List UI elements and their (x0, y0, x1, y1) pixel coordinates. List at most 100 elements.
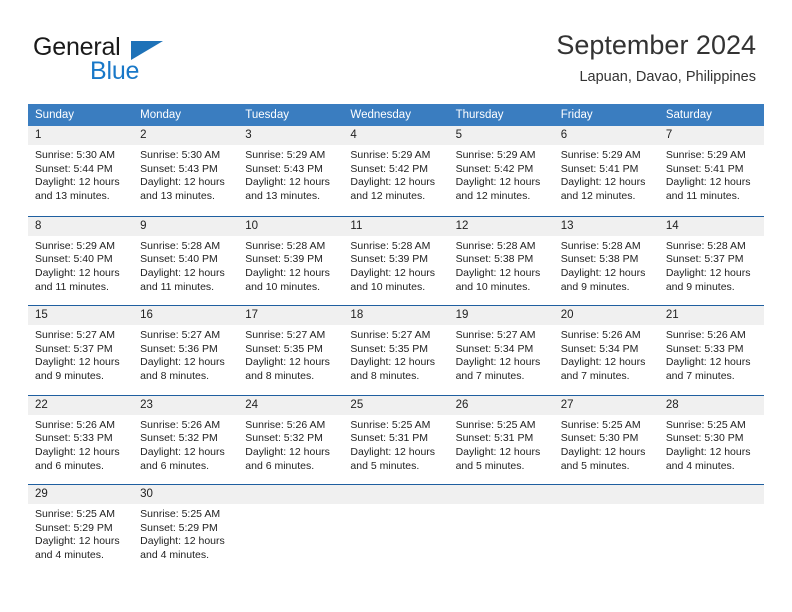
sunset-text: Sunset: 5:33 PM (35, 432, 113, 445)
day-cell[interactable]: 4 Sunrise: 5:29 AM Sunset: 5:42 PM Daylight… (343, 126, 449, 216)
day-cell[interactable]: 3 Sunrise: 5:29 AM Sunset: 5:43 PM Daylight… (238, 126, 344, 216)
day-cell[interactable]: 9 Sunrise: 5:28 AM Sunset: 5:40 PM Daylight… (133, 216, 239, 305)
brand-name-blue: Blue (90, 57, 140, 85)
sunrise-text: Sunrise: 5:30 AM (140, 149, 221, 161)
daylight-text-line1: Daylight: 12 hours (455, 176, 541, 189)
day-cell[interactable]: 20 Sunrise: 5:26 AM Sunset: 5:34 PM Dayligh… (553, 306, 659, 395)
day-number: 17 (238, 306, 344, 325)
day-number (238, 485, 344, 504)
day-cell[interactable]: 1 Sunrise: 5:30 AM Sunset: 5:44 PM Daylight… (28, 126, 134, 216)
day-details: Sunrise: 5:25 AM Sunset: 5:29 PM Daylight:… (28, 504, 133, 563)
day-cell[interactable]: 27 Sunrise: 5:25 AM Sunset: 5:30 PM Dayligh… (553, 395, 659, 484)
daylight-text-line1: Daylight: 12 hours (350, 356, 436, 369)
daylight-text-line2: and 11 minutes. (35, 280, 109, 293)
sunrise-text: Sunrise: 5:27 AM (455, 329, 536, 341)
day-cell[interactable]: 29 Sunrise: 5:25 AM Sunset: 5:29 PM Dayligh… (28, 485, 134, 574)
day-cell[interactable]: 22 Sunrise: 5:26 AM Sunset: 5:33 PM Dayligh… (28, 395, 134, 484)
day-details: Sunrise: 5:30 AM Sunset: 5:44 PM Daylight:… (28, 145, 133, 204)
calendar-week-row: 8 Sunrise: 5:29 AM Sunset: 5:40 PM Daylight… (28, 215, 764, 305)
brand-logo[interactable]: General Blue (33, 33, 253, 89)
day-cell[interactable]: 30 Sunrise: 5:25 AM Sunset: 5:29 PM Dayligh… (133, 485, 239, 574)
day-cell[interactable]: 12 Sunrise: 5:28 AM Sunset: 5:38 PM Dayligh… (448, 216, 554, 305)
day-number: 3 (238, 126, 344, 145)
sunrise-text: Sunrise: 5:26 AM (665, 329, 746, 341)
day-cell[interactable]: 15 Sunrise: 5:27 AM Sunset: 5:37 PM Dayligh… (28, 306, 134, 395)
day-details (343, 504, 448, 508)
day-cell[interactable]: 24 Sunrise: 5:26 AM Sunset: 5:32 PM Dayligh… (238, 395, 344, 484)
day-cell[interactable]: 10 Sunrise: 5:28 AM Sunset: 5:39 PM Dayligh… (238, 216, 344, 305)
day-cell[interactable]: 28 Sunrise: 5:25 AM Sunset: 5:30 PM Dayligh… (658, 395, 764, 484)
daylight-text-line2: and 9 minutes. (560, 280, 630, 293)
day-cell[interactable]: 7 Sunrise: 5:29 AM Sunset: 5:41 PM Daylight… (658, 126, 764, 216)
day-cell[interactable]: 13 Sunrise: 5:28 AM Sunset: 5:38 PM Dayligh… (553, 216, 659, 305)
daylight-text-line1: Daylight: 12 hours (140, 356, 225, 369)
day-cell-empty (448, 485, 554, 574)
daylight-text-line2: and 13 minutes. (140, 190, 215, 203)
daylight-text-line2: and 9 minutes. (35, 370, 104, 383)
sunrise-text: Sunrise: 5:25 AM (350, 418, 431, 431)
day-number (448, 485, 554, 504)
day-number: 16 (133, 306, 239, 325)
day-details (659, 504, 764, 508)
sunrise-text: Sunrise: 5:25 AM (665, 418, 746, 431)
day-cell[interactable]: 6 Sunrise: 5:29 AM Sunset: 5:41 PM Daylight… (553, 126, 659, 216)
day-number: 25 (343, 395, 449, 415)
sunset-text: Sunset: 5:38 PM (560, 253, 639, 266)
day-cell[interactable]: 18 Sunrise: 5:27 AM Sunset: 5:35 PM Dayligh… (343, 306, 449, 395)
calendar-week-row: 15 Sunrise: 5:27 AM Sunset: 5:37 PM Dayligh… (28, 305, 764, 395)
day-cell[interactable]: 5 Sunrise: 5:29 AM Sunset: 5:42 PM Daylight… (448, 126, 554, 216)
sunrise-text: Sunrise: 5:30 AM (35, 149, 115, 161)
day-details: Sunrise: 5:26 AM Sunset: 5:32 PM Daylight:… (238, 415, 343, 474)
day-number: 28 (658, 395, 764, 415)
day-cell-empty (238, 485, 344, 574)
day-number: 24 (238, 395, 344, 415)
daylight-text-line1: Daylight: 12 hours (455, 445, 541, 458)
sunset-text: Sunset: 5:40 PM (35, 253, 113, 266)
sunrise-text: Sunrise: 5:29 AM (455, 149, 536, 161)
daylight-text-line1: Daylight: 12 hours (245, 356, 330, 369)
sunset-text: Sunset: 5:35 PM (350, 342, 429, 355)
sunset-text: Sunset: 5:34 PM (455, 342, 534, 355)
daylight-text-line1: Daylight: 12 hours (140, 176, 225, 189)
daylight-text-line1: Daylight: 12 hours (560, 176, 646, 189)
day-cell[interactable]: 21 Sunrise: 5:26 AM Sunset: 5:33 PM Dayligh… (658, 306, 764, 395)
day-details: Sunrise: 5:26 AM Sunset: 5:33 PM Daylight:… (659, 325, 764, 384)
sunrise-text: Sunrise: 5:28 AM (455, 239, 536, 252)
daylight-text-line1: Daylight: 12 hours (455, 356, 541, 369)
daylight-text-line2: and 8 minutes. (350, 370, 420, 383)
day-cell[interactable]: 25 Sunrise: 5:25 AM Sunset: 5:31 PM Dayligh… (343, 395, 449, 484)
day-number: 30 (133, 485, 239, 504)
daylight-text-line1: Daylight: 12 hours (35, 266, 120, 279)
daylight-text-line2: and 12 minutes. (560, 190, 636, 203)
day-details: Sunrise: 5:29 AM Sunset: 5:40 PM Daylight:… (28, 236, 133, 295)
day-number: 26 (448, 395, 554, 415)
day-number: 1 (28, 126, 134, 145)
weekday-header-thursday: Thursday (455, 109, 504, 121)
sunset-text: Sunset: 5:37 PM (35, 342, 113, 355)
daylight-text-line1: Daylight: 12 hours (665, 356, 751, 369)
sunrise-text: Sunrise: 5:29 AM (350, 149, 431, 161)
day-cell[interactable]: 23 Sunrise: 5:26 AM Sunset: 5:32 PM Dayligh… (133, 395, 239, 484)
day-cell[interactable]: 8 Sunrise: 5:29 AM Sunset: 5:40 PM Daylight… (28, 216, 134, 305)
day-number: 10 (238, 216, 344, 236)
sunset-text: Sunset: 5:34 PM (560, 342, 639, 355)
weekday-header-friday: Friday (560, 109, 593, 121)
day-cell[interactable]: 11 Sunrise: 5:28 AM Sunset: 5:39 PM Dayligh… (343, 216, 449, 305)
sunset-text: Sunset: 5:38 PM (455, 253, 534, 266)
day-number: 20 (553, 306, 659, 325)
day-details (238, 504, 343, 508)
day-cell[interactable]: 14 Sunrise: 5:28 AM Sunset: 5:37 PM Dayligh… (658, 216, 764, 305)
day-cell[interactable]: 19 Sunrise: 5:27 AM Sunset: 5:34 PM Dayligh… (448, 306, 554, 395)
daylight-text-line1: Daylight: 12 hours (350, 266, 436, 279)
day-number: 7 (658, 126, 764, 145)
day-details: Sunrise: 5:28 AM Sunset: 5:40 PM Daylight:… (133, 236, 238, 295)
day-cell[interactable]: 16 Sunrise: 5:27 AM Sunset: 5:36 PM Dayligh… (133, 306, 239, 395)
day-cell[interactable]: 17 Sunrise: 5:27 AM Sunset: 5:35 PM Dayligh… (238, 306, 344, 395)
day-cell[interactable]: 26 Sunrise: 5:25 AM Sunset: 5:31 PM Dayligh… (448, 395, 554, 484)
sunrise-text: Sunrise: 5:28 AM (245, 239, 326, 252)
day-cell[interactable]: 2 Sunrise: 5:30 AM Sunset: 5:43 PM Daylight… (133, 126, 239, 216)
daylight-text-line2: and 7 minutes. (455, 370, 525, 383)
day-details: Sunrise: 5:26 AM Sunset: 5:32 PM Daylight:… (133, 415, 238, 474)
sunrise-text: Sunrise: 5:25 AM (455, 418, 536, 431)
day-number: 9 (133, 216, 239, 236)
